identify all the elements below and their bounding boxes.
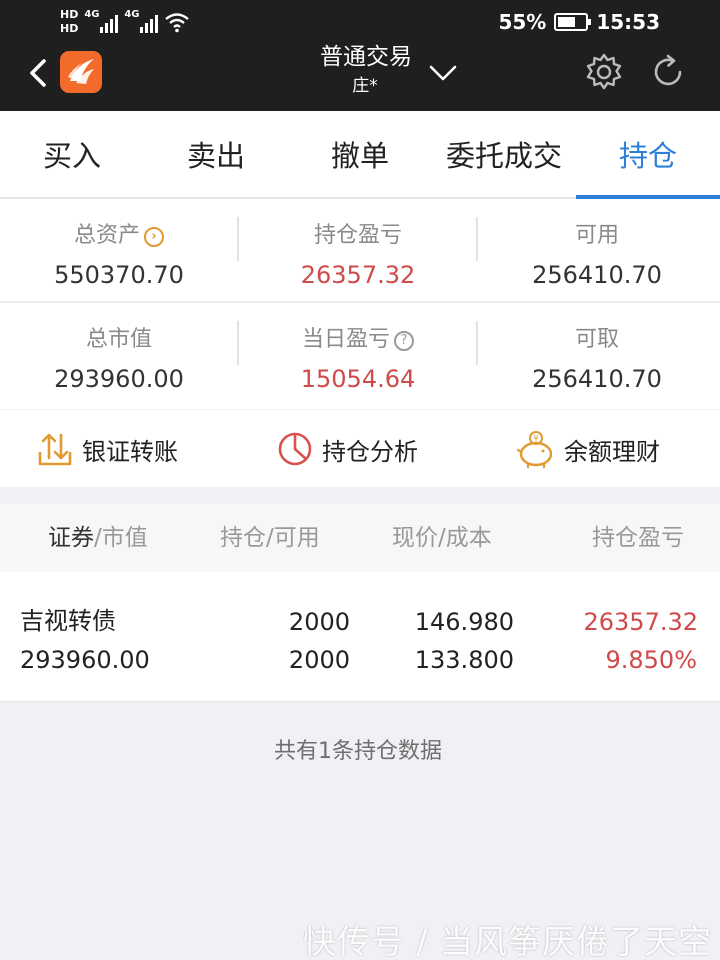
daily-pnl-label-wrap: 当日盈亏? (239, 325, 477, 355)
total-assets-value: 550370.70 (54, 261, 184, 289)
col-security-label: 证券 (48, 525, 94, 551)
col-price-cost: 现价/成本 (392, 525, 492, 551)
battery-icon (554, 13, 592, 31)
status-bar-left: HD HD 4G 4G (60, 2, 190, 42)
svg-text:¥: ¥ (533, 434, 538, 443)
available-value: 256410.70 (532, 261, 662, 289)
signal-icon: 4G (84, 9, 119, 33)
withdrawable-value: 256410.70 (532, 365, 662, 393)
position-pnl-value: 26357.32 (300, 261, 416, 289)
security-market-value: 293960.00 (20, 646, 150, 674)
col-holding-available: 持仓/可用 (220, 525, 320, 551)
table-row[interactable]: 吉视转债 293960.00 2000 2000 146.980 133.800… (0, 572, 720, 702)
tab-buy[interactable]: 买入 (0, 111, 144, 197)
battery-percent: 55% (498, 10, 547, 34)
positions-table-header: 证券/市值 持仓/可用 现价/成本 持仓盈亏 (0, 504, 720, 572)
col-position-pnl: 持仓盈亏 (592, 525, 684, 551)
summary-row-2: 总市值 293960.00 当日盈亏? 15054.64 可取 256410.7… (0, 303, 720, 407)
total-assets-label-wrap: 总资产 › (0, 221, 238, 251)
total-assets-label: 总资产 (73, 223, 140, 248)
clock: 15:53 (596, 10, 660, 34)
market-value-value: 293960.00 (54, 365, 184, 393)
network-type-label-2: 4G (124, 9, 140, 20)
daily-pnl-label: 当日盈亏 (301, 327, 390, 352)
security-name: 吉视转债 (20, 607, 116, 635)
trade-tabs: 买入 卖出 撤单 委托成交 持仓 (0, 111, 720, 199)
positions-count-note: 共有1条持仓数据 (274, 739, 442, 764)
tab-cancel-order[interactable]: 撤单 (288, 111, 432, 197)
daily-pnl-value: 15054.64 (300, 365, 416, 393)
total-assets-cell[interactable]: 总资产 › 550370.70 (0, 199, 238, 303)
available-qty: 2000 (288, 646, 350, 674)
market-value-cell: 总市值 293960.00 (0, 303, 238, 407)
refresh-icon[interactable] (648, 52, 688, 92)
wifi-icon (165, 13, 190, 33)
daily-pnl-cell: 当日盈亏? 15054.64 (239, 303, 477, 407)
available-label: 可用 (574, 223, 619, 248)
pie-chart-icon (278, 432, 312, 466)
account-summary: 总资产 › 550370.70 持仓盈亏 26357.32 可用 256410.7… (0, 199, 720, 409)
summary-row-1: 总资产 › 550370.70 持仓盈亏 26357.32 可用 256410.7… (0, 199, 720, 303)
hd-top-label: HD (60, 8, 79, 21)
signal-icon-2: 4G (124, 9, 159, 33)
status-bar-right: 55% 15:53 (498, 4, 660, 40)
balance-wealth-label: 余额理财 (564, 437, 660, 466)
balance-wealth-button[interactable]: ¥ 余额理财 (516, 410, 660, 488)
position-pnl-amount: 26357.32 (583, 608, 698, 636)
col-security: 证券/市值 (48, 504, 148, 572)
chevron-right-icon[interactable]: › (144, 227, 164, 247)
holding-qty: 2000 (288, 608, 350, 636)
chevron-down-icon[interactable] (428, 60, 458, 86)
gear-icon[interactable] (584, 52, 624, 92)
bank-transfer-label: 银证转账 (82, 437, 178, 466)
position-analysis-label: 持仓分析 (322, 437, 418, 466)
position-analysis-button[interactable]: 持仓分析 (276, 410, 418, 488)
current-price: 146.980 (414, 608, 514, 636)
available-cell: 可用 256410.70 (478, 199, 716, 303)
tab-sell[interactable]: 卖出 (144, 111, 288, 197)
help-icon[interactable]: ? (394, 331, 414, 351)
col-market-value-label: /市值 (94, 525, 148, 551)
top-bar: HD HD 4G 4G 55% 15:53 普通交易 庄* (0, 0, 720, 111)
hd-indicator: HD HD (60, 8, 78, 36)
network-type-label: 4G (84, 9, 100, 20)
hd-bottom-label: HD (60, 22, 79, 35)
position-pnl-label: 持仓盈亏 (313, 223, 402, 248)
position-pnl-percent: 9.850% (605, 646, 697, 674)
bank-transfer-button[interactable]: 银证转账 (36, 410, 178, 488)
transfer-icon (38, 433, 72, 466)
market-value-label: 总市值 (85, 327, 152, 352)
quick-actions: 银证转账 持仓分析 ¥ 余额理财 (0, 409, 720, 487)
position-pnl-cell: 持仓盈亏 26357.32 (239, 199, 477, 303)
watermark: 快传号 / 当风筝厌倦了天空 (302, 922, 712, 960)
cost-price: 133.800 (414, 646, 514, 674)
piggy-bank-icon: ¥ (516, 431, 553, 469)
withdrawable-label: 可取 (574, 327, 619, 352)
tab-orders-trades[interactable]: 委托成交 (432, 111, 576, 197)
tab-positions[interactable]: 持仓 (576, 111, 720, 197)
withdrawable-cell: 可取 256410.70 (478, 303, 716, 407)
